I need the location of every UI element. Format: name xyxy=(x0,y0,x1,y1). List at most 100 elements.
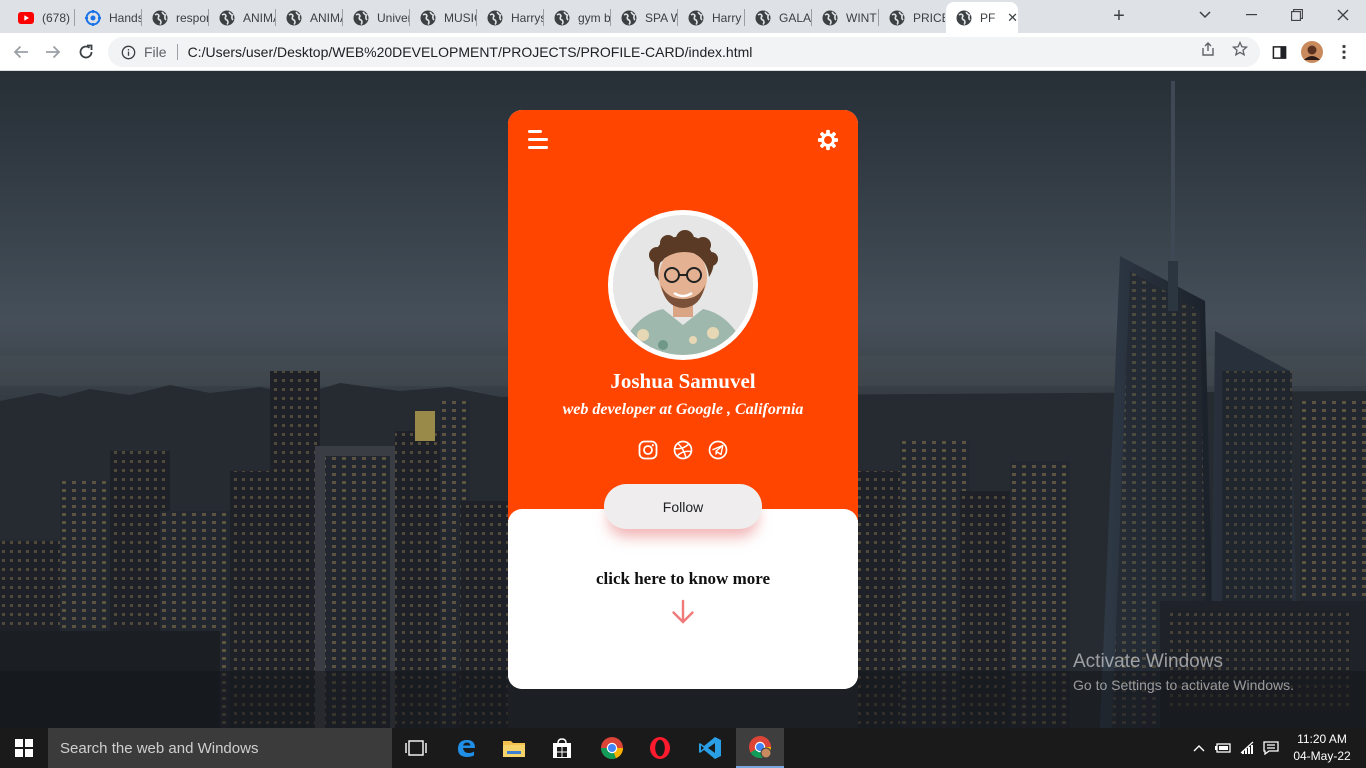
browser-tab[interactable]: Hands xyxy=(75,2,141,33)
activate-windows-watermark: Activate Windows Go to Settings to activ… xyxy=(1073,651,1294,693)
tab-search-button[interactable] xyxy=(1182,0,1228,30)
minimize-button[interactable] xyxy=(1228,0,1274,30)
tab-title: ANIMA xyxy=(310,10,342,25)
browser-tab[interactable]: Harrys xyxy=(477,2,543,33)
globe-icon xyxy=(822,10,838,26)
action-center-button[interactable] xyxy=(1261,728,1281,768)
page-viewport: Joshua Samuvel web developer at Google ,… xyxy=(0,71,1366,728)
tab-title: gym b xyxy=(578,10,610,25)
new-tab-button[interactable]: + xyxy=(1108,5,1130,27)
address-bar[interactable]: File C:/Users/user/Desktop/WEB%20DEVELOP… xyxy=(108,37,1260,67)
browser-tab[interactable]: gym b xyxy=(544,2,610,33)
tab-title: (678) C xyxy=(42,10,74,25)
settings-button[interactable] xyxy=(817,129,839,151)
task-view-button[interactable] xyxy=(392,728,440,768)
chrome-window-taskbar-button[interactable] xyxy=(736,728,784,768)
tab-strip: (678) C Hands respon ANIMA ANIMA Univer MUSIC H… xyxy=(0,0,1366,33)
restore-icon xyxy=(1291,9,1303,21)
opera-taskbar-button[interactable] xyxy=(636,728,684,768)
reload-button[interactable] xyxy=(73,39,99,65)
divider xyxy=(176,44,178,60)
chrome-menu-button[interactable] xyxy=(1331,39,1357,65)
browser-tab[interactable]: PRICE xyxy=(879,2,945,33)
file-explorer-icon xyxy=(503,741,525,757)
know-more-link[interactable]: click here to know more xyxy=(508,569,858,589)
avatar xyxy=(1301,41,1323,63)
gear-icon xyxy=(817,129,839,151)
share-icon xyxy=(1202,42,1214,56)
tab-title: Harrys xyxy=(511,10,543,25)
browser-toolbar: File C:/Users/user/Desktop/WEB%20DEVELOP… xyxy=(0,33,1366,71)
forward-arrow-icon xyxy=(46,45,61,59)
clock-time: 11:20 AM xyxy=(1297,732,1347,746)
watermark-title: Activate Windows xyxy=(1073,651,1223,672)
site-info-icon[interactable] xyxy=(120,44,136,60)
profile-name: Joshua Samuvel xyxy=(610,369,756,393)
tab-title: MUSIC xyxy=(444,10,476,25)
extension-icon xyxy=(85,9,101,26)
globe-icon xyxy=(420,10,436,26)
globe-icon xyxy=(487,10,503,26)
globe-icon xyxy=(621,10,637,26)
restore-button[interactable] xyxy=(1274,0,1320,30)
browser-tab[interactable]: SPA W xyxy=(611,2,677,33)
close-tab-icon[interactable]: ✕ xyxy=(1007,10,1018,26)
tab-title: SPA W xyxy=(645,10,677,25)
browser-tab[interactable]: ANIMA xyxy=(276,2,342,33)
profile-card: Joshua Samuvel web developer at Google ,… xyxy=(508,110,858,689)
menu-button[interactable] xyxy=(528,130,550,150)
browser-tab[interactable]: WINT xyxy=(812,2,878,33)
windows-logo-icon xyxy=(15,739,33,757)
browser-tab[interactable]: MUSIC xyxy=(410,2,476,33)
globe-icon xyxy=(688,10,704,26)
battery-tray-button[interactable] xyxy=(1212,728,1234,768)
taskbar-search-input[interactable]: Search the web and Windows xyxy=(48,728,392,768)
scheme-label: File xyxy=(144,44,167,60)
system-clock[interactable]: 11:20 AM 04-May-22 xyxy=(1283,731,1361,765)
browser-tab[interactable]: (678) C xyxy=(8,2,74,33)
vscode-icon xyxy=(699,737,721,759)
menu-icon-bar xyxy=(528,146,548,149)
tab-title: Harry xyxy=(712,10,742,25)
dribbble-link[interactable] xyxy=(672,439,694,461)
vscode-taskbar-button[interactable] xyxy=(686,728,734,768)
browser-tab[interactable]: respon xyxy=(142,2,208,33)
follow-button[interactable]: Follow xyxy=(604,484,762,529)
globe-icon xyxy=(554,10,570,26)
file-explorer-taskbar-button[interactable] xyxy=(490,728,538,768)
network-tray-button[interactable] xyxy=(1238,728,1258,768)
profile-button[interactable] xyxy=(1299,39,1325,65)
watermark-subtitle: Go to Settings to activate Windows. xyxy=(1073,677,1294,693)
telegram-link[interactable] xyxy=(707,439,729,461)
bookmark-button[interactable] xyxy=(1231,40,1249,58)
browser-tab[interactable]: PF ✕ xyxy=(946,2,1018,33)
chrome-taskbar-button[interactable] xyxy=(588,728,636,768)
tab-title: PRICE xyxy=(913,10,945,25)
profile-avatar xyxy=(608,210,758,360)
side-panel-button[interactable] xyxy=(1266,39,1292,65)
browser-tab[interactable]: Univer xyxy=(343,2,409,33)
menu-icon-bar xyxy=(528,138,548,141)
url-text[interactable]: C:/Users/user/Desktop/WEB%20DEVELOPMENT/… xyxy=(188,44,753,60)
chrome-icon xyxy=(601,737,623,759)
browser-tab[interactable]: Harry xyxy=(678,2,744,33)
globe-icon xyxy=(286,10,302,26)
browser-tab[interactable]: GALA xyxy=(745,2,811,33)
start-button[interactable] xyxy=(0,728,48,768)
close-window-button[interactable] xyxy=(1320,0,1366,30)
edge-taskbar-button[interactable] xyxy=(442,728,490,768)
tab-title: Hands xyxy=(109,10,141,25)
arrow-down-icon[interactable] xyxy=(670,599,696,625)
instagram-icon xyxy=(638,440,658,460)
tab-title: WINT xyxy=(846,10,877,25)
more-vertical-icon xyxy=(1342,44,1346,60)
back-button[interactable] xyxy=(8,39,34,65)
forward-button[interactable] xyxy=(40,39,66,65)
browser-tab[interactable]: ANIMA xyxy=(209,2,275,33)
share-button[interactable] xyxy=(1199,40,1217,58)
minimize-icon xyxy=(1245,14,1257,16)
instagram-link[interactable] xyxy=(637,439,659,461)
show-hidden-icons-button[interactable] xyxy=(1190,728,1208,768)
store-taskbar-button[interactable] xyxy=(538,728,586,768)
social-links xyxy=(637,439,729,461)
